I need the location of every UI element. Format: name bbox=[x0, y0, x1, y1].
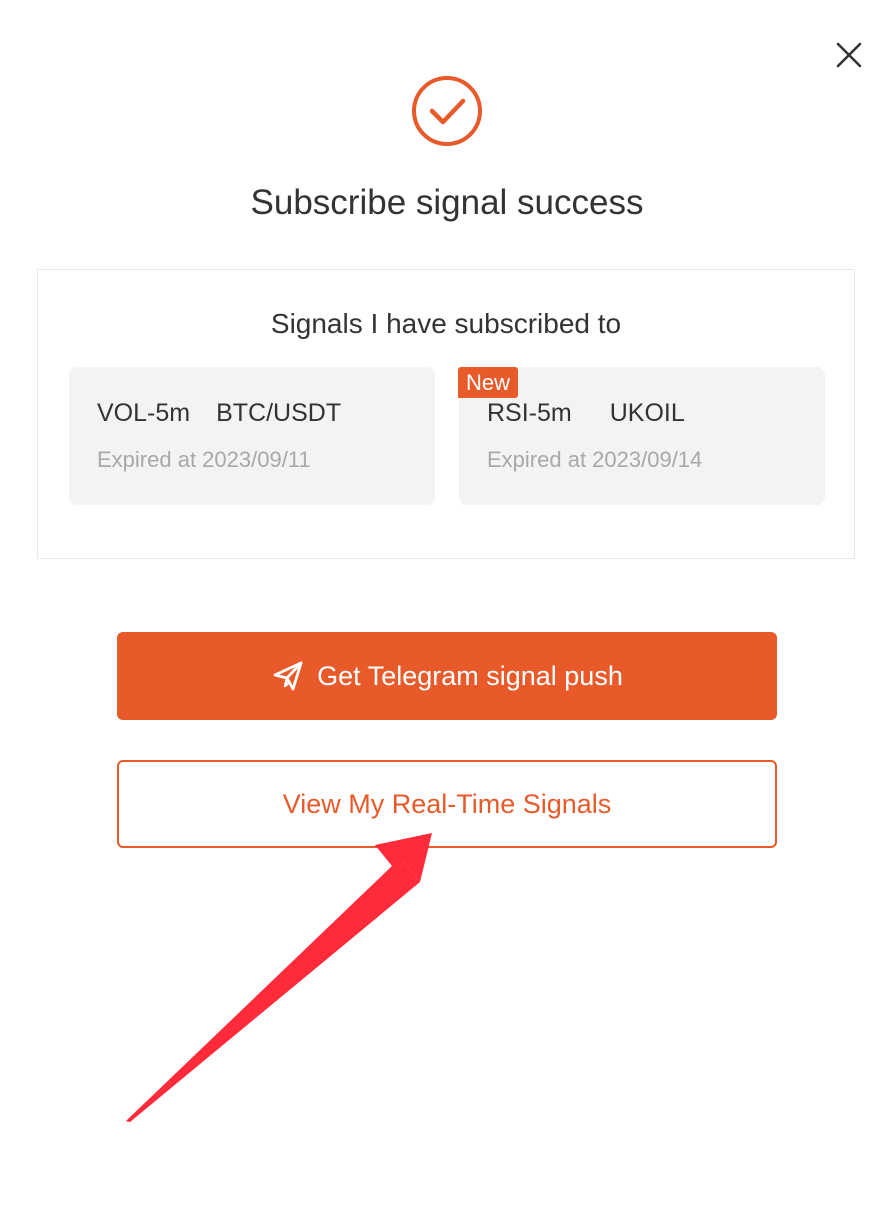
telegram-push-button[interactable]: Get Telegram signal push bbox=[117, 632, 777, 720]
view-realtime-signals-label: View My Real-Time Signals bbox=[282, 788, 612, 819]
signal-indicator: VOL-5m bbox=[97, 399, 191, 427]
close-icon[interactable] bbox=[828, 34, 870, 76]
dialog-title: Subscribe signal success bbox=[250, 183, 644, 222]
subscriptions-heading: Signals I have subscribed to bbox=[270, 308, 622, 339]
signal-pair: UKOIL bbox=[609, 399, 685, 427]
subscriptions-panel: Signals I have subscribed to VOL-5m BTC/U… bbox=[37, 269, 855, 559]
telegram-push-label: Get Telegram signal push bbox=[317, 660, 623, 691]
paper-plane-icon bbox=[273, 661, 303, 691]
check-circle-icon bbox=[412, 76, 482, 146]
signal-indicator: RSI-5m bbox=[487, 399, 572, 427]
subscription-title: VOL-5m BTC/USDT bbox=[97, 399, 341, 428]
signal-expiry: Expired at 2023/09/14 bbox=[487, 447, 703, 472]
subscribe-success-dialog: Subscribe signal success Signals I have … bbox=[0, 0, 894, 1228]
subscription-title: RSI-5m UKOIL bbox=[487, 399, 685, 428]
signal-expiry: Expired at 2023/09/11 bbox=[97, 447, 311, 472]
signal-pair: BTC/USDT bbox=[216, 399, 342, 427]
new-badge: New bbox=[458, 367, 519, 398]
subscription-card[interactable]: VOL-5m BTC/USDT Expired at 2023/09/11 bbox=[69, 367, 435, 505]
view-realtime-signals-button[interactable]: View My Real-Time Signals bbox=[117, 760, 777, 848]
